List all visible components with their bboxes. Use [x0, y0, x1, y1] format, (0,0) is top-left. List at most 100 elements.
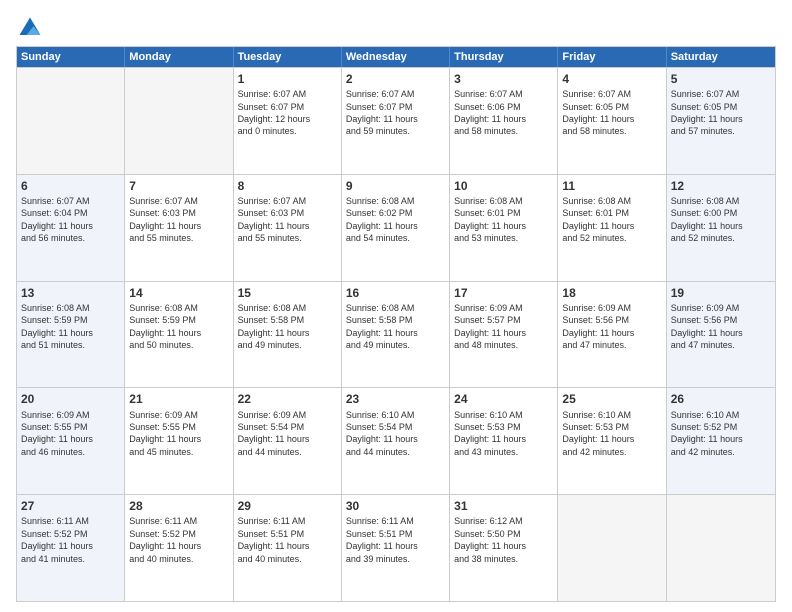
day-number: 16: [346, 285, 445, 301]
cell-text: Sunset: 5:58 PM: [238, 315, 305, 325]
cell-text: Daylight: 11 hours: [129, 328, 201, 338]
cell-text: Sunrise: 6:08 AM: [454, 196, 523, 206]
cell-text: Sunrise: 6:07 AM: [346, 89, 415, 99]
cell-text: Sunset: 5:53 PM: [562, 422, 629, 432]
cell-text: Sunrise: 6:09 AM: [21, 410, 90, 420]
cell-text: Daylight: 12 hours: [238, 114, 311, 124]
cell-text: Daylight: 11 hours: [238, 434, 310, 444]
cell-text: and 48 minutes.: [454, 340, 518, 350]
cal-cell: 25Sunrise: 6:10 AMSunset: 5:53 PMDayligh…: [558, 388, 666, 494]
cal-cell: [558, 495, 666, 601]
cell-text: and 46 minutes.: [21, 447, 85, 457]
cell-text: and 49 minutes.: [346, 340, 410, 350]
cell-text: Sunset: 5:59 PM: [129, 315, 196, 325]
cal-cell: 14Sunrise: 6:08 AMSunset: 5:59 PMDayligh…: [125, 282, 233, 388]
cell-text: and 53 minutes.: [454, 233, 518, 243]
cal-cell: 26Sunrise: 6:10 AMSunset: 5:52 PMDayligh…: [667, 388, 775, 494]
header-cell-wednesday: Wednesday: [342, 47, 450, 67]
week-row-4: 27Sunrise: 6:11 AMSunset: 5:52 PMDayligh…: [17, 494, 775, 601]
cell-text: Daylight: 11 hours: [129, 541, 201, 551]
cal-cell: 13Sunrise: 6:08 AMSunset: 5:59 PMDayligh…: [17, 282, 125, 388]
day-number: 21: [129, 391, 228, 407]
cell-text: Daylight: 11 hours: [562, 328, 634, 338]
cell-text: and 47 minutes.: [562, 340, 626, 350]
cell-text: Daylight: 11 hours: [671, 434, 743, 444]
cell-text: and 44 minutes.: [238, 447, 302, 457]
cell-text: Sunrise: 6:08 AM: [129, 303, 198, 313]
cal-cell: 5Sunrise: 6:07 AMSunset: 6:05 PMDaylight…: [667, 68, 775, 174]
cell-text: Daylight: 11 hours: [129, 221, 201, 231]
cal-cell: 16Sunrise: 6:08 AMSunset: 5:58 PMDayligh…: [342, 282, 450, 388]
cell-text: Sunset: 6:07 PM: [346, 102, 413, 112]
cell-text: Sunset: 5:53 PM: [454, 422, 521, 432]
cell-text: Sunrise: 6:07 AM: [238, 196, 307, 206]
cell-text: Sunrise: 6:08 AM: [671, 196, 740, 206]
day-number: 23: [346, 391, 445, 407]
cal-cell: 11Sunrise: 6:08 AMSunset: 6:01 PMDayligh…: [558, 175, 666, 281]
cell-text: Daylight: 11 hours: [454, 221, 526, 231]
day-number: 1: [238, 71, 337, 87]
cell-text: and 55 minutes.: [238, 233, 302, 243]
cell-text: Sunset: 5:59 PM: [21, 315, 88, 325]
cal-cell: [667, 495, 775, 601]
cell-text: and 49 minutes.: [238, 340, 302, 350]
day-number: 19: [671, 285, 771, 301]
cell-text: Sunrise: 6:07 AM: [454, 89, 523, 99]
cell-text: Sunrise: 6:12 AM: [454, 516, 523, 526]
cell-text: Sunset: 6:05 PM: [562, 102, 629, 112]
cell-text: Sunset: 5:55 PM: [129, 422, 196, 432]
cal-cell: 7Sunrise: 6:07 AMSunset: 6:03 PMDaylight…: [125, 175, 233, 281]
cell-text: and 43 minutes.: [454, 447, 518, 457]
cell-text: and 52 minutes.: [562, 233, 626, 243]
cell-text: Sunrise: 6:07 AM: [21, 196, 90, 206]
day-number: 11: [562, 178, 661, 194]
day-number: 8: [238, 178, 337, 194]
cell-text: Sunset: 5:52 PM: [671, 422, 738, 432]
header: [16, 10, 776, 42]
cal-cell: 24Sunrise: 6:10 AMSunset: 5:53 PMDayligh…: [450, 388, 558, 494]
cell-text: and 54 minutes.: [346, 233, 410, 243]
cell-text: Daylight: 11 hours: [129, 434, 201, 444]
calendar-header-row: SundayMondayTuesdayWednesdayThursdayFrid…: [17, 47, 775, 67]
header-cell-friday: Friday: [558, 47, 666, 67]
cell-text: and 41 minutes.: [21, 554, 85, 564]
week-row-3: 20Sunrise: 6:09 AMSunset: 5:55 PMDayligh…: [17, 387, 775, 494]
cell-text: Sunrise: 6:10 AM: [454, 410, 523, 420]
cal-cell: 12Sunrise: 6:08 AMSunset: 6:00 PMDayligh…: [667, 175, 775, 281]
cell-text: Sunset: 5:57 PM: [454, 315, 521, 325]
cell-text: Sunrise: 6:11 AM: [346, 516, 414, 526]
cell-text: Sunrise: 6:08 AM: [238, 303, 307, 313]
cell-text: and 58 minutes.: [454, 126, 518, 136]
cell-text: Sunset: 5:52 PM: [21, 529, 88, 539]
cal-cell: 18Sunrise: 6:09 AMSunset: 5:56 PMDayligh…: [558, 282, 666, 388]
cell-text: Sunrise: 6:07 AM: [562, 89, 631, 99]
cell-text: Sunrise: 6:07 AM: [129, 196, 198, 206]
header-cell-saturday: Saturday: [667, 47, 775, 67]
day-number: 4: [562, 71, 661, 87]
cell-text: and 44 minutes.: [346, 447, 410, 457]
cell-text: Sunset: 5:54 PM: [238, 422, 305, 432]
cell-text: Sunset: 5:54 PM: [346, 422, 413, 432]
cell-text: Sunset: 6:00 PM: [671, 208, 738, 218]
day-number: 28: [129, 498, 228, 514]
cal-cell: 4Sunrise: 6:07 AMSunset: 6:05 PMDaylight…: [558, 68, 666, 174]
cell-text: Sunset: 5:51 PM: [346, 529, 413, 539]
cal-cell: 21Sunrise: 6:09 AMSunset: 5:55 PMDayligh…: [125, 388, 233, 494]
cell-text: and 56 minutes.: [21, 233, 85, 243]
cell-text: and 50 minutes.: [129, 340, 193, 350]
cell-text: Sunset: 5:56 PM: [671, 315, 738, 325]
cell-text: Daylight: 11 hours: [238, 328, 310, 338]
header-cell-sunday: Sunday: [17, 47, 125, 67]
cell-text: Sunrise: 6:11 AM: [238, 516, 306, 526]
cell-text: and 0 minutes.: [238, 126, 297, 136]
cell-text: Sunset: 6:07 PM: [238, 102, 305, 112]
cell-text: Sunrise: 6:09 AM: [238, 410, 307, 420]
day-number: 17: [454, 285, 553, 301]
cell-text: Sunset: 6:01 PM: [454, 208, 521, 218]
cal-cell: 17Sunrise: 6:09 AMSunset: 5:57 PMDayligh…: [450, 282, 558, 388]
cell-text: Daylight: 11 hours: [346, 328, 418, 338]
cal-cell: 9Sunrise: 6:08 AMSunset: 6:02 PMDaylight…: [342, 175, 450, 281]
cell-text: Daylight: 11 hours: [21, 328, 93, 338]
day-number: 2: [346, 71, 445, 87]
cell-text: Daylight: 11 hours: [562, 221, 634, 231]
